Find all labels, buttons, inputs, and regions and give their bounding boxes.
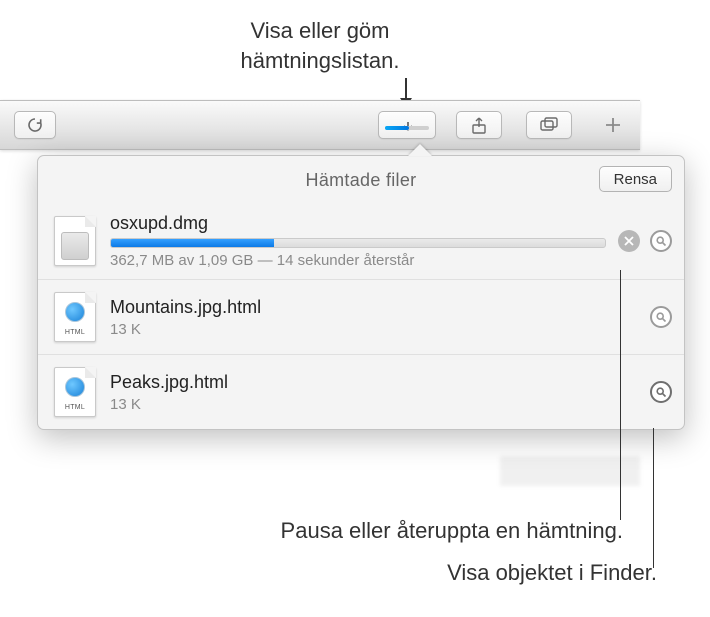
popover-title-text: Hämtade filer	[306, 170, 417, 190]
magnifier-icon	[656, 312, 667, 323]
callout-show-hide-downloads: Visa eller göm hämtningslistan.	[170, 16, 470, 75]
leader-line	[620, 270, 621, 520]
callout-text: Pausa eller återuppta en hämtning.	[281, 518, 623, 543]
download-info: Mountains.jpg.html 13 K	[110, 297, 638, 338]
callout-text: Visa eller göm hämtningslistan.	[241, 18, 400, 73]
clear-button-label: Rensa	[614, 171, 657, 188]
tabs-button[interactable]	[526, 111, 572, 139]
download-item[interactable]: HTML Peaks.jpg.html 13 K	[38, 354, 684, 429]
html-file-icon: HTML	[52, 365, 98, 419]
download-item[interactable]: HTML Mountains.jpg.html 13 K	[38, 279, 684, 354]
downloads-button[interactable]	[378, 111, 436, 139]
download-actions	[650, 381, 672, 403]
show-in-finder-button[interactable]	[650, 230, 672, 252]
callout-text: Visa objektet i Finder.	[447, 560, 657, 585]
html-file-icon: HTML	[52, 290, 98, 344]
downloads-mini-progress	[385, 126, 429, 130]
share-icon	[471, 117, 487, 135]
download-status: 362,7 MB av 1,09 GB — 14 sekunder återst…	[110, 252, 606, 269]
download-progress-bar	[110, 238, 606, 248]
stop-download-button[interactable]	[618, 230, 640, 252]
plus-icon	[603, 115, 623, 135]
download-info: osxupd.dmg 362,7 MB av 1,09 GB — 14 seku…	[110, 213, 606, 269]
download-filename: Peaks.jpg.html	[110, 372, 638, 393]
downloads-list: osxupd.dmg 362,7 MB av 1,09 GB — 14 seku…	[38, 203, 684, 429]
downloads-popover: Hämtade filer Rensa osxupd.dmg 362,7 MB …	[37, 155, 685, 430]
clear-button[interactable]: Rensa	[599, 166, 672, 192]
close-icon	[624, 236, 634, 246]
leader-line	[653, 428, 654, 568]
download-actions	[650, 306, 672, 328]
shadow-decoration	[500, 456, 640, 486]
reload-button[interactable]	[14, 111, 56, 139]
download-info: Peaks.jpg.html 13 K	[110, 372, 638, 413]
popover-title: Hämtade filer	[38, 156, 684, 203]
download-filename: osxupd.dmg	[110, 213, 606, 234]
download-filename: Mountains.jpg.html	[110, 297, 638, 318]
download-status: 13 K	[110, 396, 638, 413]
callout-show-in-finder: Visa objektet i Finder.	[310, 560, 657, 586]
show-in-finder-button[interactable]	[650, 381, 672, 403]
show-in-finder-button[interactable]	[650, 306, 672, 328]
browser-toolbar	[0, 100, 640, 150]
new-tab-button[interactable]	[594, 111, 632, 139]
tabs-icon	[539, 117, 559, 133]
reload-icon	[27, 117, 43, 133]
disk-image-icon	[52, 214, 98, 268]
magnifier-icon	[656, 387, 667, 398]
callout-pause-resume: Pausa eller återuppta en hämtning.	[148, 518, 623, 544]
download-status: 13 K	[110, 321, 638, 338]
magnifier-icon	[656, 236, 667, 247]
download-actions	[618, 230, 672, 252]
share-button[interactable]	[456, 111, 502, 139]
download-item[interactable]: osxupd.dmg 362,7 MB av 1,09 GB — 14 seku…	[38, 203, 684, 279]
